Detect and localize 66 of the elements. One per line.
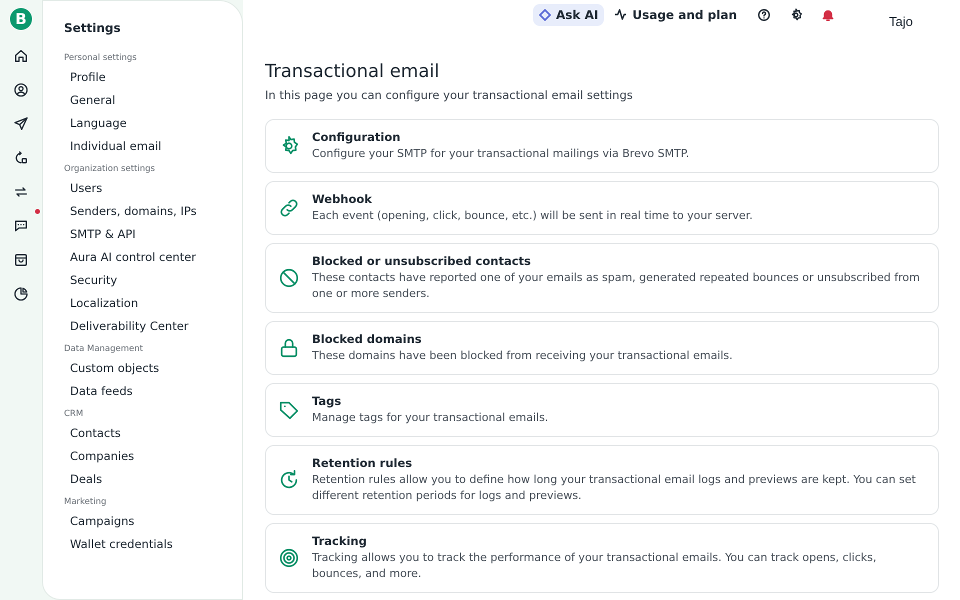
section-heading: Personal settings xyxy=(64,53,138,63)
card-title: Webhook xyxy=(312,192,373,206)
settings-card[interactable]: Blocked domains These domains have been blocked from receiving your transactional emails. xyxy=(265,321,939,375)
settings-card[interactable]: Webhook Each event (opening, click, bounce, etc.) will be sent in real time to your server. xyxy=(265,181,939,235)
diamond-icon xyxy=(539,8,551,20)
pie-chart-icon[interactable] xyxy=(13,286,29,302)
settings-card[interactable]: Tags Manage tags for your transactional emails. xyxy=(265,383,939,437)
ask-ai-button[interactable]: Ask AI xyxy=(533,4,604,26)
paper-plane-icon[interactable] xyxy=(13,116,29,132)
padlock-icon xyxy=(278,337,300,359)
card-title: Blocked or unsubscribed contacts xyxy=(312,254,532,268)
nav-link[interactable]: Security xyxy=(64,271,242,294)
settings-card[interactable]: Configuration Configure your SMTP for your transactional mailings via Brevo SMTP. xyxy=(265,119,939,173)
card-title: Retention rules xyxy=(312,456,414,470)
tag-icon xyxy=(278,399,300,421)
section-heading: Marketing xyxy=(64,497,108,507)
card-description: Manage tags for your transactional emails. xyxy=(312,410,548,426)
settings-card[interactable]: Tracking Tracking allows you to track the performance of your transactional emails. You can track opens, clicks, bounces, and more. xyxy=(265,523,939,593)
section-heading: CRM xyxy=(64,409,84,419)
nav-link[interactable]: Deliverability Center xyxy=(64,317,242,340)
card-description: Tracking allows you to track the performance of your transactional emails. You can track opens, clicks, bounces, and more. xyxy=(312,550,878,582)
nav-link[interactable]: Users xyxy=(64,179,242,202)
nav-link[interactable]: Aura AI control center xyxy=(64,248,242,271)
page-title: Transactional email xyxy=(265,61,440,82)
user-circle-icon[interactable] xyxy=(13,82,29,98)
nav-link[interactable]: General xyxy=(64,91,242,114)
nav-link[interactable]: Campaigns xyxy=(64,512,242,535)
workflow-icon[interactable] xyxy=(13,150,29,166)
target-icon xyxy=(278,547,300,569)
nav-link[interactable]: Language xyxy=(64,114,242,137)
nav-link[interactable]: Senders, domains, IPs xyxy=(64,202,242,225)
section-heading: Data Management xyxy=(64,344,144,354)
card-title: Configuration xyxy=(312,130,402,144)
prohibited-icon xyxy=(278,267,300,289)
shopping-bag-icon[interactable] xyxy=(13,252,29,268)
section-heading: Organization settings xyxy=(64,164,156,174)
card-description: These contacts have reported one of your emails as spam, generated repeated bounces or unsubscribed from one or more senders. xyxy=(312,270,921,302)
nav-link[interactable]: Custom objects xyxy=(64,359,242,382)
home-icon[interactable] xyxy=(13,48,29,64)
card-description: Configure your SMTP for your transactional mailings via Brevo SMTP. xyxy=(312,146,690,162)
chat-bubble-icon[interactable] xyxy=(13,218,29,234)
nav-link[interactable]: Deals xyxy=(64,470,242,493)
nav-link[interactable]: Data feeds xyxy=(64,382,242,405)
link-icon xyxy=(278,197,300,219)
usage-button[interactable]: Usage and plan xyxy=(610,4,741,26)
nav-link[interactable]: SMTP & API xyxy=(64,225,242,248)
settings-card[interactable]: Retention rules Retention rules allow you to define how long your transactional email logs and previews are kept. You can set different retention periods for logs and previews. xyxy=(265,445,939,515)
card-description: Retention rules allow you to define how long your transactional email logs and previews are kept. You can set different retention periods for logs and previews. xyxy=(312,472,917,504)
logo[interactable]: B xyxy=(10,8,32,30)
account-name[interactable]: Tajo xyxy=(889,14,913,29)
card-description: These domains have been blocked from receiving your transactional emails. xyxy=(312,348,733,364)
page-subtitle: In this page you can configure your transactional email settings xyxy=(265,88,634,102)
nav-link[interactable]: Profile xyxy=(64,68,242,91)
nav-link[interactable]: Localization xyxy=(64,294,242,317)
nav-link[interactable]: Wallet credentials xyxy=(64,535,242,558)
card-description: Each event (opening, click, bounce, etc.) will be sent in real time to your server. xyxy=(312,208,753,224)
settings-card[interactable]: Blocked or unsubscribed contacts These contacts have reported one of your emails as spam, generated repeated bounces or unsubscribed from one or more senders. xyxy=(265,243,939,313)
card-title: Blocked domains xyxy=(312,332,423,346)
nav-link[interactable]: Contacts xyxy=(64,424,242,447)
nav-link[interactable]: Individual email xyxy=(64,137,242,160)
nav-link[interactable]: Companies xyxy=(64,447,242,470)
card-title: Tags xyxy=(312,394,342,408)
activity-icon xyxy=(614,8,628,21)
clock-arrow-icon xyxy=(278,469,300,491)
panel-title: Settings xyxy=(64,21,122,35)
card-title: Tracking xyxy=(312,534,368,548)
